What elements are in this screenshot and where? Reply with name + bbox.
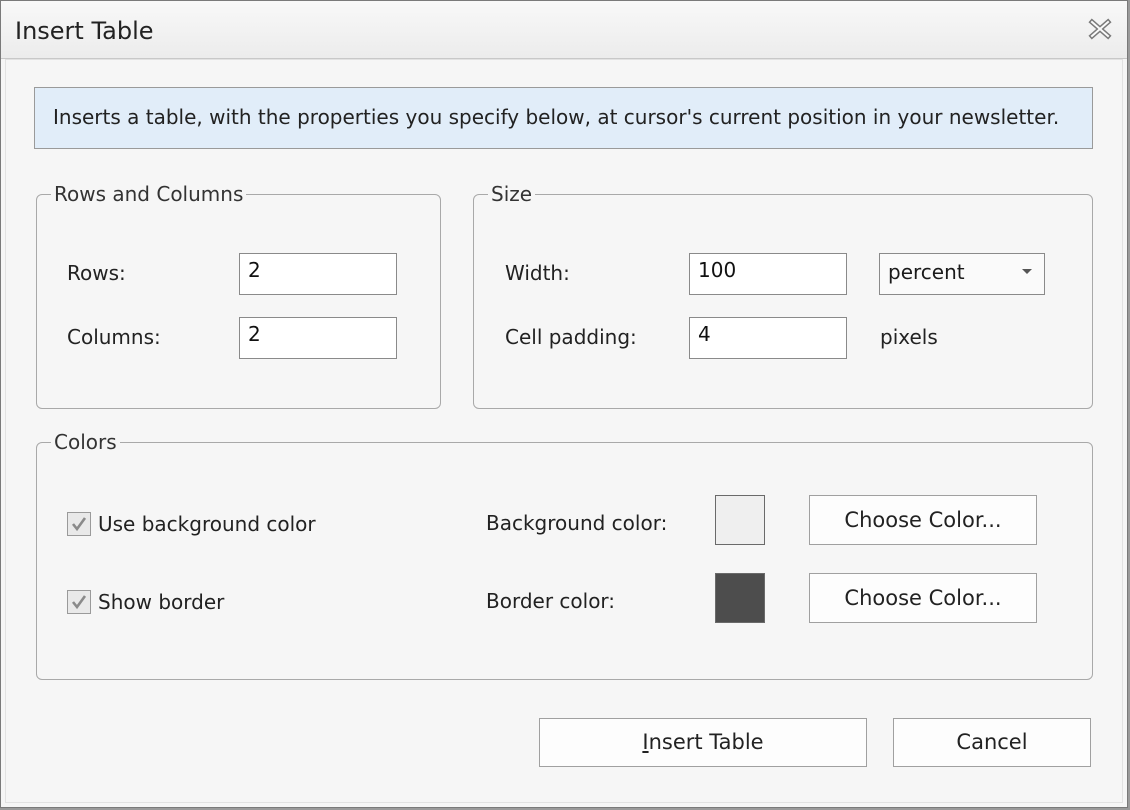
info-banner: Inserts a table, with the properties you… <box>34 87 1093 149</box>
rows-input[interactable]: 2 <box>239 253 397 295</box>
insert-table-button-label: Insert Table <box>642 730 764 754</box>
checkmark-icon <box>71 595 87 610</box>
rows-columns-group: Rows and Columns <box>36 182 441 409</box>
checkmark-icon <box>71 517 87 532</box>
dialog-body <box>5 59 1123 803</box>
cancel-button-label: Cancel <box>956 730 1028 754</box>
insert-table-button[interactable]: Insert Table <box>539 718 867 767</box>
size-legend: Size <box>488 182 536 206</box>
choose-color-label: Choose Color... <box>844 586 1002 610</box>
colors-legend: Colors <box>51 430 120 454</box>
dialog-title: Insert Table <box>15 17 154 45</box>
use-background-color-checkbox[interactable] <box>67 512 91 536</box>
use-background-color-label[interactable]: Use background color <box>98 512 316 536</box>
border-color-swatch <box>715 573 765 623</box>
close-icon[interactable] <box>1087 17 1113 41</box>
width-label: Width: <box>505 261 570 285</box>
title-bar: Insert Table <box>1 1 1127 59</box>
background-color-label: Background color: <box>486 511 668 535</box>
choose-color-label: Choose Color... <box>844 508 1002 532</box>
cell-padding-input[interactable]: 4 <box>689 317 847 359</box>
width-input[interactable]: 100 <box>689 253 847 295</box>
width-unit-select[interactable]: percent <box>879 253 1045 295</box>
rows-label: Rows: <box>67 261 126 285</box>
cell-padding-value: 4 <box>698 322 711 346</box>
rows-value: 2 <box>248 258 261 282</box>
choose-background-color-button[interactable]: Choose Color... <box>809 495 1037 545</box>
rows-columns-legend: Rows and Columns <box>51 182 247 206</box>
background-color-swatch <box>715 495 765 545</box>
choose-border-color-button[interactable]: Choose Color... <box>809 573 1037 623</box>
columns-value: 2 <box>248 322 261 346</box>
show-border-label[interactable]: Show border <box>98 590 224 614</box>
cancel-button[interactable]: Cancel <box>893 718 1091 767</box>
columns-input[interactable]: 2 <box>239 317 397 359</box>
width-unit-value: percent <box>888 260 965 284</box>
show-border-checkbox[interactable] <box>67 590 91 614</box>
border-color-label: Border color: <box>486 589 616 613</box>
chevron-down-icon <box>1022 269 1032 274</box>
size-group: Size <box>473 182 1093 409</box>
insert-table-dialog: Insert Table Inserts a table, with the p… <box>0 0 1128 808</box>
cell-padding-label: Cell padding: <box>505 325 637 349</box>
info-text: Inserts a table, with the properties you… <box>53 105 1060 129</box>
columns-label: Columns: <box>67 325 161 349</box>
width-value: 100 <box>698 258 737 282</box>
cell-padding-unit: pixels <box>880 325 938 349</box>
colors-group: Colors <box>36 430 1093 680</box>
